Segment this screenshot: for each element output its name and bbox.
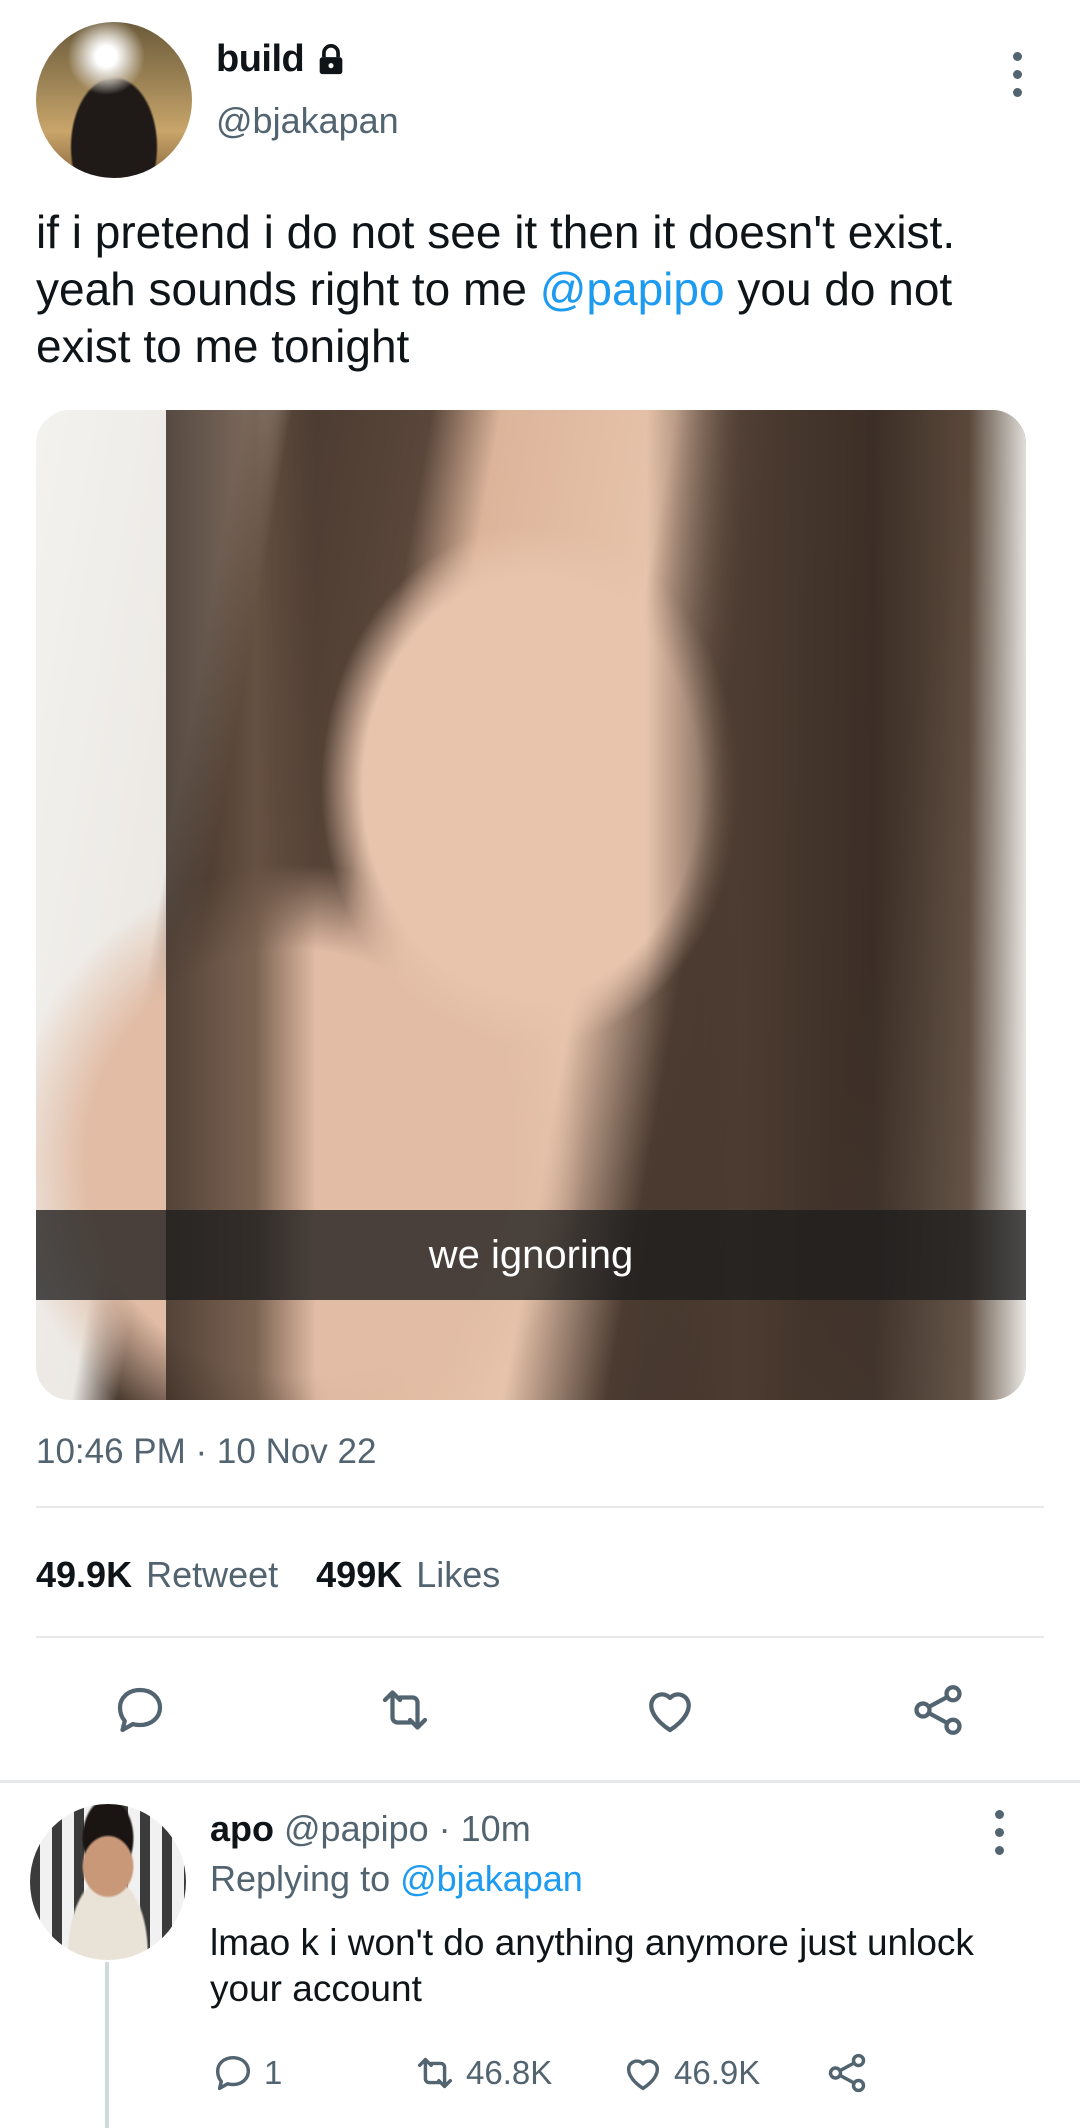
author-avatar[interactable] xyxy=(36,22,192,178)
reply-more-icon[interactable] xyxy=(984,1810,1014,1860)
divider xyxy=(36,1636,1044,1638)
retweet-icon xyxy=(382,1690,428,1730)
reply-reply-count: 1 xyxy=(264,2054,283,2091)
retweet-label[interactable]: Retweet xyxy=(146,1554,278,1596)
reply-icon xyxy=(215,2055,251,2091)
replying-to: Replying to @bjakapan xyxy=(210,1858,583,1900)
more-icon[interactable] xyxy=(1002,52,1032,102)
reply-header: apo @papipo · 10m xyxy=(210,1808,531,1850)
tweet-stats: 49.9K Retweet 499K Likes xyxy=(36,1554,500,1596)
share-icon xyxy=(828,2053,866,2093)
reply-share-button[interactable] xyxy=(824,2050,870,2096)
likes-count[interactable]: 499K xyxy=(316,1554,402,1596)
reply-author-name[interactable]: apo xyxy=(210,1808,274,1850)
retweet-count[interactable]: 49.9K xyxy=(36,1554,132,1596)
lock-icon xyxy=(319,43,343,74)
tweet-timestamp[interactable]: 10:46 PM · 10 Nov 22 xyxy=(36,1432,376,1472)
reply-author-handle[interactable]: @papipo xyxy=(284,1808,429,1850)
reply-retweet-count: 46.8K xyxy=(466,2054,553,2091)
divider xyxy=(36,1506,1044,1508)
thread-line xyxy=(105,1962,109,2128)
author-name-text: build xyxy=(216,38,305,80)
reply-time[interactable]: · 10m xyxy=(439,1808,531,1850)
reply-button[interactable] xyxy=(110,1680,170,1740)
like-button[interactable] xyxy=(640,1680,700,1740)
media-caption-bar: we ignoring xyxy=(36,1210,1026,1300)
replying-to-link[interactable]: @bjakapan xyxy=(400,1858,583,1899)
tweet-text: if i pretend i do not see it then it doe… xyxy=(36,204,1046,375)
reply-author-avatar[interactable] xyxy=(30,1804,186,1960)
share-button[interactable] xyxy=(908,1680,968,1740)
reply-retweet-button[interactable]: 46.8K xyxy=(412,2050,552,2096)
replying-prefix: Replying to xyxy=(210,1858,401,1899)
mention-link[interactable]: @papipo xyxy=(540,263,725,315)
section-divider xyxy=(0,1780,1080,1783)
media-caption: we ignoring xyxy=(428,1232,634,1277)
author-name[interactable]: build xyxy=(216,38,348,81)
share-icon xyxy=(914,1685,962,1735)
reply-reply-button[interactable]: 1 xyxy=(210,2050,282,2096)
retweet-button[interactable] xyxy=(375,1680,435,1740)
author-handle[interactable]: @bjakapan xyxy=(216,100,399,142)
retweet-icon xyxy=(417,2057,453,2089)
like-icon xyxy=(649,1692,691,1733)
reply-like-count: 46.9K xyxy=(674,2054,761,2091)
reply-like-button[interactable]: 46.9K xyxy=(620,2050,760,2096)
like-icon xyxy=(626,2059,660,2091)
reply-text: lmao k i won't do anything anymore just … xyxy=(210,1922,974,2009)
tweet-media-image[interactable]: we ignoring xyxy=(36,410,1026,1400)
likes-label[interactable]: Likes xyxy=(416,1554,500,1596)
reply-icon xyxy=(117,1687,163,1733)
